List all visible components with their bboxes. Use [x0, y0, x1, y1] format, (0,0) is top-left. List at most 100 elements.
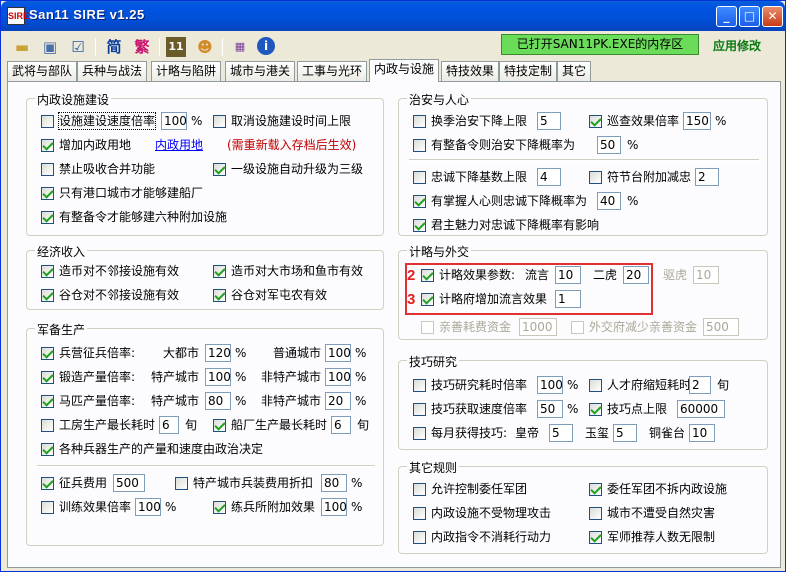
research-time-input[interactable]: 100	[537, 376, 563, 394]
shipyard-time-checkbox[interactable]	[213, 419, 226, 432]
open-folder-icon[interactable]: ▬	[11, 36, 33, 58]
horse-special-input[interactable]: 80	[205, 392, 231, 410]
add-land-checkbox[interactable]	[41, 139, 54, 152]
tab-other[interactable]: 其它	[557, 61, 592, 81]
loyalty-base-input[interactable]: 4	[537, 168, 561, 186]
close-button[interactable]: ✕	[762, 6, 783, 27]
save-disk-icon[interactable]: ▣	[39, 36, 61, 58]
talent-office-checkbox[interactable]	[589, 379, 602, 392]
research-time-checkbox[interactable]	[413, 379, 426, 392]
build-speed-checkbox[interactable]	[41, 115, 54, 128]
tab-skill-effects[interactable]: 特技效果	[441, 61, 500, 81]
tech-cap-input[interactable]: 60000	[677, 400, 725, 418]
tally-loyalty-input[interactable]: 2	[695, 168, 719, 186]
conscript-cost-checkbox[interactable]	[41, 477, 54, 490]
simplified-icon[interactable]: 简	[103, 36, 125, 58]
rumor-input[interactable]: 10	[555, 266, 581, 284]
percent-unit: %	[235, 370, 247, 384]
shipyard-time-input[interactable]: 6	[331, 416, 351, 434]
drill-bonus-checkbox[interactable]	[213, 501, 226, 514]
tally-loyalty-checkbox[interactable]	[589, 171, 602, 184]
land-link[interactable]: 内政用地	[155, 137, 203, 153]
ruler-charm-checkbox[interactable]	[413, 219, 426, 232]
hearts-loyalty-checkbox[interactable]	[413, 195, 426, 208]
binary-grid-icon[interactable]: ▦	[229, 36, 251, 58]
control-legion-checkbox[interactable]	[413, 483, 426, 496]
workshop-time-input[interactable]: 6	[159, 416, 179, 434]
horse-nonspecial-input[interactable]: 20	[325, 392, 351, 410]
equip-discount-input[interactable]: 80	[321, 474, 347, 492]
emperor-input[interactable]: 5	[549, 424, 573, 442]
checklist-icon[interactable]: ☑	[67, 36, 89, 58]
cancel-build-limit-checkbox[interactable]	[213, 115, 226, 128]
tech-speed-input[interactable]: 50	[537, 400, 563, 418]
separator	[409, 159, 759, 161]
season-order-input[interactable]: 5	[537, 112, 561, 130]
calendar-11-icon[interactable]: 11	[166, 37, 186, 57]
forge-special-input[interactable]: 100	[205, 368, 231, 386]
horse-rate-checkbox[interactable]	[41, 395, 54, 408]
strategy-param-checkbox[interactable]	[421, 269, 434, 282]
workshop-time-checkbox[interactable]	[41, 419, 54, 432]
hearts-loyalty-input[interactable]: 40	[597, 192, 621, 210]
barracks-rate-checkbox[interactable]	[41, 347, 54, 360]
port-shipyard-checkbox[interactable]	[41, 187, 54, 200]
strategy-office-checkbox[interactable]	[421, 293, 434, 306]
talent-office-input[interactable]: 2	[689, 376, 711, 394]
officer-face-icon[interactable]: ☻	[194, 36, 216, 58]
minimize-button[interactable]: _	[716, 6, 737, 27]
mint-market-checkbox[interactable]	[213, 265, 226, 278]
loyalty-base-checkbox[interactable]	[413, 171, 426, 184]
strategy-office-input[interactable]: 1	[555, 290, 581, 308]
reload-note: (需重新载入存档后生效)	[227, 138, 357, 152]
two-tigers-input[interactable]: 20	[623, 266, 649, 284]
tab-strategies[interactable]: 计略与陷阱	[151, 61, 222, 81]
forge-rate-checkbox[interactable]	[41, 371, 54, 384]
training-rate-checkbox[interactable]	[41, 501, 54, 514]
group-title: 内政设施建设	[35, 91, 112, 108]
tech-cap-checkbox[interactable]	[589, 403, 602, 416]
tab-cities[interactable]: 城市与港关	[225, 61, 296, 81]
auto-upgrade-checkbox[interactable]	[213, 163, 226, 176]
granary-nonadjacent-checkbox[interactable]	[41, 289, 54, 302]
forge-nonspecial-input[interactable]: 100	[325, 368, 351, 386]
bronze-sparrow-input[interactable]: 10	[689, 424, 715, 442]
equip-discount-checkbox[interactable]	[175, 477, 188, 490]
jade-seal-input[interactable]: 5	[613, 424, 637, 442]
training-rate-input[interactable]: 100	[135, 498, 161, 516]
tab-strip: 武将与部队 兵种与战法 计略与陷阱 城市与港关 工事与光环 内政与设施 特技效果…	[7, 59, 781, 82]
no-action-cost-checkbox[interactable]	[413, 531, 426, 544]
traditional-icon[interactable]: 繁	[131, 36, 153, 58]
no-disaster-checkbox[interactable]	[589, 507, 602, 520]
facility-no-attack-checkbox[interactable]	[413, 507, 426, 520]
order-decline-input[interactable]: 50	[597, 136, 621, 154]
disable-merge-checkbox[interactable]	[41, 163, 54, 176]
order-facility-checkbox[interactable]	[41, 211, 54, 224]
season-order-checkbox[interactable]	[413, 115, 426, 128]
legion-keep-facility-checkbox[interactable]	[589, 483, 602, 496]
tech-speed-checkbox[interactable]	[413, 403, 426, 416]
maximize-button[interactable]: □	[739, 6, 760, 27]
tab-skill-custom[interactable]: 特技定制	[499, 61, 558, 81]
politics-production-checkbox[interactable]	[41, 443, 54, 456]
tab-fortifications[interactable]: 工事与光环	[297, 61, 368, 81]
drill-bonus-input[interactable]: 100	[321, 498, 347, 516]
barracks-big-city-input[interactable]: 120	[205, 344, 231, 362]
order-decline-checkbox[interactable]	[413, 139, 426, 152]
granary-farm-label: 谷仓对军屯农有效	[231, 288, 328, 302]
info-icon[interactable]: i	[257, 37, 275, 55]
apply-changes-button[interactable]: 应用修改	[713, 37, 761, 54]
barracks-normal-city-input[interactable]: 100	[325, 344, 351, 362]
mint-nonadjacent-checkbox[interactable]	[41, 265, 54, 278]
build-speed-input[interactable]: 100	[161, 112, 187, 130]
tab-generals[interactable]: 武将与部队	[7, 61, 78, 81]
unlimited-advisor-checkbox[interactable]	[589, 531, 602, 544]
tab-units[interactable]: 兵种与战法	[77, 61, 148, 81]
conscript-cost-input[interactable]: 500	[113, 474, 145, 492]
tab-domestic[interactable]: 内政与设施	[369, 59, 440, 82]
monthly-tech-checkbox[interactable]	[413, 427, 426, 440]
title-bar[interactable]: SIRE San11 SIRE v1.25 _ □ ✕	[1, 1, 785, 31]
patrol-rate-checkbox[interactable]	[589, 115, 602, 128]
granary-farm-checkbox[interactable]	[213, 289, 226, 302]
patrol-rate-input[interactable]: 150	[683, 112, 711, 130]
